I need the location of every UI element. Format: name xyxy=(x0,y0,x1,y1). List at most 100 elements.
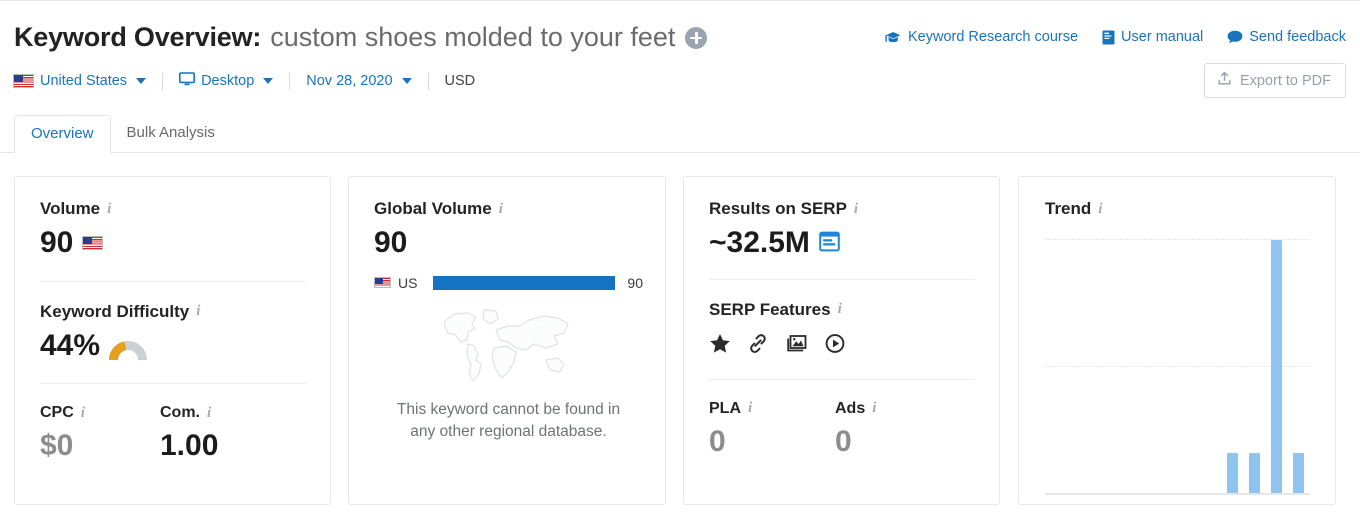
divider xyxy=(162,72,164,90)
pla-label: PLA i xyxy=(709,400,835,418)
global-volume-label-text: Global Volume xyxy=(374,199,492,218)
export-to-pdf-button[interactable]: Export to PDF xyxy=(1203,63,1346,98)
info-icon[interactable]: i xyxy=(499,201,503,217)
volume-label-text: Volume xyxy=(40,199,101,218)
chevron-down-icon xyxy=(263,78,274,84)
user-manual-link[interactable]: User manual xyxy=(1102,29,1203,45)
keyword-difficulty-value-row: 44% xyxy=(40,328,306,362)
divider xyxy=(709,278,975,280)
global-volume-note: This keyword cannot be found in any othe… xyxy=(396,400,621,440)
pla-label-text: PLA xyxy=(709,399,741,417)
info-icon[interactable]: i xyxy=(196,304,200,319)
page-title-prefix: Keyword Overview: xyxy=(14,22,262,52)
info-icon[interactable]: i xyxy=(748,401,752,416)
cpc-label: CPC i xyxy=(40,404,160,422)
results-on-serp-label: Results on SERP i xyxy=(709,199,975,219)
cpc-label-text: CPC xyxy=(40,404,74,421)
date-selector[interactable]: Nov 28, 2020 xyxy=(306,73,412,89)
ads-label: Ads i xyxy=(835,400,961,418)
ads-label-text: Ads xyxy=(835,399,866,417)
chart-gridline xyxy=(1045,365,1310,367)
us-flag-icon xyxy=(374,277,391,288)
country-selector[interactable]: United States xyxy=(13,73,147,89)
global-volume-country: US xyxy=(374,275,433,291)
info-icon[interactable]: i xyxy=(81,405,85,421)
keyword-difficulty-gauge xyxy=(109,335,148,361)
tab-bulk-analysis[interactable]: Bulk Analysis xyxy=(111,115,231,153)
volume-value: 90 xyxy=(40,226,74,259)
keyword-research-course-link[interactable]: Keyword Research course xyxy=(885,29,1078,45)
serp-window-icon[interactable] xyxy=(819,227,840,259)
results-on-serp-value-row: ~32.5M xyxy=(709,227,975,259)
volume-value-row: 90 xyxy=(40,227,306,259)
book-icon xyxy=(1102,30,1115,45)
link-icon[interactable] xyxy=(747,333,769,359)
currency-label: USD xyxy=(444,73,476,89)
plus-circle-icon[interactable] xyxy=(685,26,708,49)
pla-block: PLA i 0 xyxy=(709,400,835,458)
card-volume: Volume i 90 Keyword Difficulty i 44% CPC… xyxy=(14,176,331,505)
send-feedback-label: Send feedback xyxy=(1249,29,1346,45)
cpc-block: CPC i $0 xyxy=(40,404,160,462)
divider xyxy=(427,72,429,90)
image-icon[interactable] xyxy=(785,333,808,359)
info-icon[interactable]: i xyxy=(872,401,876,416)
global-volume-value: 90 xyxy=(374,226,408,259)
ads-value: 0 xyxy=(835,424,852,458)
info-icon[interactable]: i xyxy=(838,302,842,317)
speech-bubble-icon xyxy=(1227,30,1243,44)
serp-features-icons xyxy=(709,333,975,359)
tab-overview[interactable]: Overview xyxy=(14,115,111,153)
global-volume-country-label: US xyxy=(398,274,418,291)
keyword-difficulty-value: 44% xyxy=(40,328,101,362)
info-icon[interactable]: i xyxy=(854,201,858,217)
video-icon[interactable] xyxy=(824,333,846,359)
trend-label-text: Trend xyxy=(1045,199,1092,218)
keyword-difficulty-label-text: Keyword Difficulty xyxy=(40,301,190,321)
keyword-research-course-label: Keyword Research course xyxy=(907,29,1079,45)
global-volume-row-value: 90 xyxy=(627,274,643,291)
chart-bar[interactable] xyxy=(1227,452,1239,493)
com-block: Com. i 1.00 xyxy=(160,404,280,462)
us-flag-icon xyxy=(82,235,104,250)
trend-chart[interactable] xyxy=(1045,239,1310,495)
card-global-volume: Global Volume i 90 US 90 This keyword ca… xyxy=(348,176,666,505)
info-icon[interactable]: i xyxy=(207,405,211,421)
divider xyxy=(289,72,291,90)
page-title-keyword: custom shoes molded to your feet xyxy=(270,22,676,52)
trend-label: Trend i xyxy=(1045,199,1335,219)
cpc-com-row: CPC i $0 Com. i 1.00 xyxy=(40,404,306,462)
chart-bar[interactable] xyxy=(1271,240,1283,493)
chart-bar[interactable] xyxy=(1249,452,1261,493)
card-trend: Trend i xyxy=(1018,176,1336,505)
pla-value: 0 xyxy=(709,424,726,458)
world-map-icon xyxy=(374,302,643,386)
chart-bar[interactable] xyxy=(1293,452,1305,493)
star-icon[interactable] xyxy=(709,333,731,359)
ads-block: Ads i 0 xyxy=(835,400,961,458)
graduation-cap-icon xyxy=(885,30,902,44)
keyword-overview-page: Keyword Overview: custom shoes molded to… xyxy=(0,0,1360,514)
us-flag-icon xyxy=(13,74,34,88)
pla-ads-row: PLA i 0 Ads i 0 xyxy=(709,400,975,458)
chart-gridline xyxy=(1045,239,1310,240)
card-results-on-serp: Results on SERP i ~32.5M SERP Features i xyxy=(683,176,1000,505)
chart-baseline xyxy=(1045,493,1310,495)
divider xyxy=(40,383,306,384)
global-volume-bar-track xyxy=(433,275,616,290)
send-feedback-link[interactable]: Send feedback xyxy=(1227,29,1346,45)
global-volume-bar xyxy=(433,275,616,290)
filter-bar: United States Desktop Nov 28, 2020 USD xyxy=(13,72,475,90)
header-links: Keyword Research course User manual Send… xyxy=(885,29,1346,45)
info-icon[interactable]: i xyxy=(1098,201,1102,217)
global-volume-label: Global Volume i xyxy=(374,199,643,219)
cpc-value: $0 xyxy=(40,429,74,462)
results-on-serp-label-text: Results on SERP xyxy=(709,199,847,218)
serp-features-label: SERP Features i xyxy=(709,300,975,320)
global-volume-row: US 90 xyxy=(374,275,643,291)
device-selector[interactable]: Desktop xyxy=(179,72,274,90)
page-title: Keyword Overview: custom shoes molded to… xyxy=(14,22,708,53)
export-to-pdf-label: Export to PDF xyxy=(1239,72,1331,89)
info-icon[interactable]: i xyxy=(107,201,111,217)
device-selector-label: Desktop xyxy=(201,73,255,89)
